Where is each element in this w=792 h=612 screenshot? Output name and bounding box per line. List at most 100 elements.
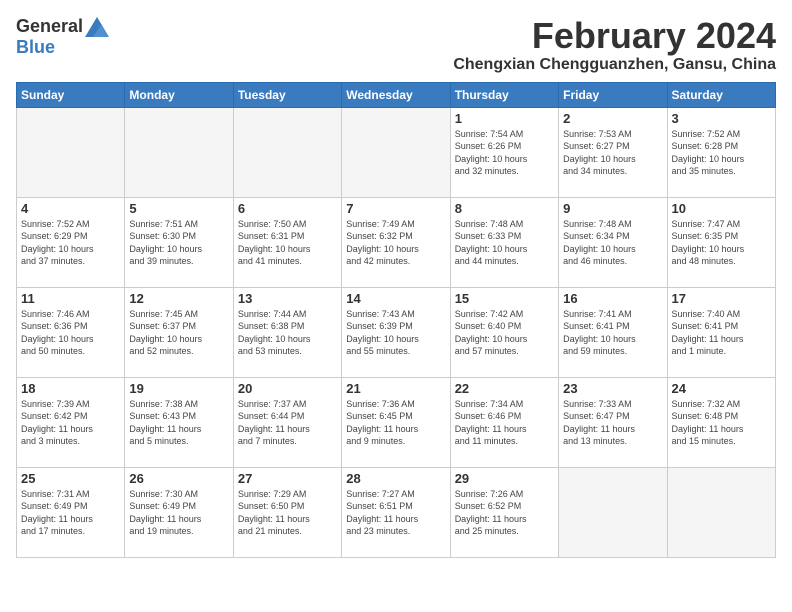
calendar-cell: 25 Sunrise: 7:31 AM Sunset: 6:49 PM Dayli… <box>17 467 125 557</box>
day-info: Sunrise: 7:48 AM Sunset: 6:33 PM Dayligh… <box>455 218 554 268</box>
day-info: Sunrise: 7:33 AM Sunset: 6:47 PM Dayligh… <box>563 398 662 448</box>
day-info: Sunrise: 7:38 AM Sunset: 6:43 PM Dayligh… <box>129 398 228 448</box>
day-info: Sunrise: 7:47 AM Sunset: 6:35 PM Dayligh… <box>672 218 771 268</box>
day-info: Sunrise: 7:31 AM Sunset: 6:49 PM Dayligh… <box>21 488 120 538</box>
calendar-cell: 27 Sunrise: 7:29 AM Sunset: 6:50 PM Dayli… <box>233 467 341 557</box>
month-title: February 2024 <box>453 16 776 56</box>
day-info: Sunrise: 7:27 AM Sunset: 6:51 PM Dayligh… <box>346 488 445 538</box>
day-info: Sunrise: 7:41 AM Sunset: 6:41 PM Dayligh… <box>563 308 662 358</box>
title-area: February 2024 Chengxian Chengguanzhen, G… <box>453 16 776 74</box>
day-number: 8 <box>455 201 554 216</box>
day-number: 7 <box>346 201 445 216</box>
calendar-cell: 28 Sunrise: 7:27 AM Sunset: 6:51 PM Dayli… <box>342 467 450 557</box>
calendar-cell: 18 Sunrise: 7:39 AM Sunset: 6:42 PM Dayli… <box>17 377 125 467</box>
weekday-header-row: SundayMondayTuesdayWednesdayThursdayFrid… <box>17 82 776 107</box>
day-number: 14 <box>346 291 445 306</box>
day-info: Sunrise: 7:26 AM Sunset: 6:52 PM Dayligh… <box>455 488 554 538</box>
day-number: 21 <box>346 381 445 396</box>
logo-blue-text: Blue <box>16 37 55 58</box>
day-info: Sunrise: 7:53 AM Sunset: 6:27 PM Dayligh… <box>563 128 662 178</box>
calendar-cell: 2Sunrise: 7:53 AM Sunset: 6:27 PM Daylig… <box>559 107 667 197</box>
week-row-5: 25 Sunrise: 7:31 AM Sunset: 6:49 PM Dayli… <box>17 467 776 557</box>
day-number: 3 <box>672 111 771 126</box>
day-info: Sunrise: 7:42 AM Sunset: 6:40 PM Dayligh… <box>455 308 554 358</box>
page-header: General Blue February 2024 Chengxian Che… <box>16 16 776 74</box>
weekday-header-thursday: Thursday <box>450 82 558 107</box>
logo-icon <box>85 17 109 37</box>
calendar-cell <box>125 107 233 197</box>
day-info: Sunrise: 7:30 AM Sunset: 6:49 PM Dayligh… <box>129 488 228 538</box>
day-info: Sunrise: 7:50 AM Sunset: 6:31 PM Dayligh… <box>238 218 337 268</box>
day-number: 19 <box>129 381 228 396</box>
day-info: Sunrise: 7:34 AM Sunset: 6:46 PM Dayligh… <box>455 398 554 448</box>
weekday-header-wednesday: Wednesday <box>342 82 450 107</box>
calendar-cell: 10Sunrise: 7:47 AM Sunset: 6:35 PM Dayli… <box>667 197 775 287</box>
calendar-cell <box>17 107 125 197</box>
day-info: Sunrise: 7:52 AM Sunset: 6:29 PM Dayligh… <box>21 218 120 268</box>
day-info: Sunrise: 7:48 AM Sunset: 6:34 PM Dayligh… <box>563 218 662 268</box>
calendar-table: SundayMondayTuesdayWednesdayThursdayFrid… <box>16 82 776 558</box>
day-number: 11 <box>21 291 120 306</box>
calendar-cell: 23 Sunrise: 7:33 AM Sunset: 6:47 PM Dayli… <box>559 377 667 467</box>
weekday-header-tuesday: Tuesday <box>233 82 341 107</box>
day-number: 1 <box>455 111 554 126</box>
calendar-cell: 11 Sunrise: 7:46 AM Sunset: 6:36 PM Dayli… <box>17 287 125 377</box>
calendar-cell: 22 Sunrise: 7:34 AM Sunset: 6:46 PM Dayli… <box>450 377 558 467</box>
day-number: 27 <box>238 471 337 486</box>
calendar-cell: 9 Sunrise: 7:48 AM Sunset: 6:34 PM Daylig… <box>559 197 667 287</box>
day-info: Sunrise: 7:40 AM Sunset: 6:41 PM Dayligh… <box>672 308 771 358</box>
calendar-cell: 19 Sunrise: 7:38 AM Sunset: 6:43 PM Dayli… <box>125 377 233 467</box>
day-number: 6 <box>238 201 337 216</box>
calendar-cell: 7Sunrise: 7:49 AM Sunset: 6:32 PM Daylig… <box>342 197 450 287</box>
day-number: 16 <box>563 291 662 306</box>
day-info: Sunrise: 7:45 AM Sunset: 6:37 PM Dayligh… <box>129 308 228 358</box>
calendar-cell: 15 Sunrise: 7:42 AM Sunset: 6:40 PM Dayli… <box>450 287 558 377</box>
day-number: 20 <box>238 381 337 396</box>
day-info: Sunrise: 7:44 AM Sunset: 6:38 PM Dayligh… <box>238 308 337 358</box>
calendar-cell: 5 Sunrise: 7:51 AM Sunset: 6:30 PM Daylig… <box>125 197 233 287</box>
logo-area: General Blue <box>16 16 109 58</box>
calendar-cell: 17 Sunrise: 7:40 AM Sunset: 6:41 PM Dayli… <box>667 287 775 377</box>
weekday-header-saturday: Saturday <box>667 82 775 107</box>
day-number: 17 <box>672 291 771 306</box>
day-number: 13 <box>238 291 337 306</box>
calendar-cell <box>233 107 341 197</box>
calendar-cell: 1 Sunrise: 7:54 AM Sunset: 6:26 PM Daylig… <box>450 107 558 197</box>
day-number: 23 <box>563 381 662 396</box>
day-number: 28 <box>346 471 445 486</box>
week-row-4: 18 Sunrise: 7:39 AM Sunset: 6:42 PM Dayli… <box>17 377 776 467</box>
day-info: Sunrise: 7:32 AM Sunset: 6:48 PM Dayligh… <box>672 398 771 448</box>
logo-general-text: General <box>16 16 83 37</box>
calendar-cell: 8 Sunrise: 7:48 AM Sunset: 6:33 PM Daylig… <box>450 197 558 287</box>
day-number: 25 <box>21 471 120 486</box>
day-info: Sunrise: 7:29 AM Sunset: 6:50 PM Dayligh… <box>238 488 337 538</box>
day-info: Sunrise: 7:43 AM Sunset: 6:39 PM Dayligh… <box>346 308 445 358</box>
day-number: 9 <box>563 201 662 216</box>
calendar-cell: 14 Sunrise: 7:43 AM Sunset: 6:39 PM Dayli… <box>342 287 450 377</box>
week-row-2: 4Sunrise: 7:52 AM Sunset: 6:29 PM Daylig… <box>17 197 776 287</box>
day-number: 29 <box>455 471 554 486</box>
calendar-cell: 16 Sunrise: 7:41 AM Sunset: 6:41 PM Dayli… <box>559 287 667 377</box>
day-number: 5 <box>129 201 228 216</box>
day-info: Sunrise: 7:51 AM Sunset: 6:30 PM Dayligh… <box>129 218 228 268</box>
calendar-cell <box>667 467 775 557</box>
day-number: 24 <box>672 381 771 396</box>
calendar-cell: 26 Sunrise: 7:30 AM Sunset: 6:49 PM Dayli… <box>125 467 233 557</box>
calendar-cell: 4Sunrise: 7:52 AM Sunset: 6:29 PM Daylig… <box>17 197 125 287</box>
week-row-3: 11 Sunrise: 7:46 AM Sunset: 6:36 PM Dayli… <box>17 287 776 377</box>
location-title: Chengxian Chengguanzhen, Gansu, China <box>453 56 776 74</box>
day-info: Sunrise: 7:46 AM Sunset: 6:36 PM Dayligh… <box>21 308 120 358</box>
week-row-1: 1 Sunrise: 7:54 AM Sunset: 6:26 PM Daylig… <box>17 107 776 197</box>
weekday-header-sunday: Sunday <box>17 82 125 107</box>
weekday-header-monday: Monday <box>125 82 233 107</box>
calendar-cell: 29 Sunrise: 7:26 AM Sunset: 6:52 PM Dayli… <box>450 467 558 557</box>
day-info: Sunrise: 7:54 AM Sunset: 6:26 PM Dayligh… <box>455 128 554 178</box>
calendar-cell: 3Sunrise: 7:52 AM Sunset: 6:28 PM Daylig… <box>667 107 775 197</box>
day-number: 26 <box>129 471 228 486</box>
day-info: Sunrise: 7:39 AM Sunset: 6:42 PM Dayligh… <box>21 398 120 448</box>
day-number: 15 <box>455 291 554 306</box>
day-number: 22 <box>455 381 554 396</box>
day-number: 18 <box>21 381 120 396</box>
calendar-cell <box>342 107 450 197</box>
calendar-cell: 24 Sunrise: 7:32 AM Sunset: 6:48 PM Dayli… <box>667 377 775 467</box>
